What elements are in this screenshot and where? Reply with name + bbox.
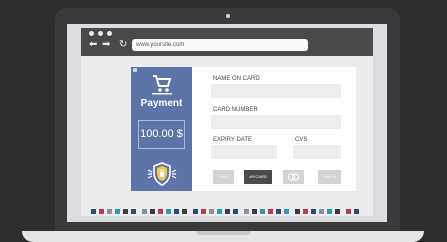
thumbnail-square [131,209,136,214]
thumbnail-square [260,209,265,214]
mycard-logo-icon[interactable]: MYCARD [244,170,272,184]
forward-arrow-icon[interactable]: ➡ [102,40,110,50]
thumbnail-square [123,209,128,214]
paypal-logo-icon[interactable]: PayPal [318,170,341,184]
thumbnail-square [217,209,222,214]
thumbnail-square [303,209,308,214]
webcam-dot [226,14,230,18]
thumbnail-square [150,209,155,214]
thumbnail-square [107,209,112,214]
thumbnail-square [166,209,171,214]
laptop-base-notch [196,231,251,235]
card-number-input[interactable] [211,115,341,129]
thumbnail-square [99,209,104,214]
thumbnail-square [193,209,198,214]
window-minimize-dot[interactable] [98,31,103,36]
thumbnail-square [335,209,340,214]
thumbnail-square [158,209,163,214]
cvs-input[interactable] [293,145,341,159]
expiry-date-input[interactable] [211,145,277,159]
card-number-label: CARD NUMBER [213,107,258,113]
thumbnail-square [244,209,249,214]
name-on-card-input[interactable] [211,84,341,98]
name-on-card-label: NAME ON CARD [213,76,260,82]
cvs-label: CVS [295,137,308,143]
thumbnail-square [209,209,214,214]
expiry-date-label: EXPIRY DATE [213,137,253,143]
thumbnail-square [91,209,96,214]
thumbnail-square [252,209,257,214]
thumbnail-square [311,209,316,214]
mastercard-logo-icon[interactable] [283,170,304,184]
thumbnail-square [201,209,206,214]
thumbnail-square [319,209,324,214]
thumbnail-square [354,209,359,214]
payment-amount: 100.00 $ [138,120,185,149]
window-close-dot[interactable] [89,31,94,36]
security-shield-icon [147,162,177,186]
thumbnail-square [115,209,120,214]
reload-icon[interactable]: ↻ [119,40,127,50]
thumbnail-square [284,209,289,214]
visa-logo-icon[interactable]: VISA [213,170,234,184]
thumbnail-square [142,209,147,214]
shopping-cart-icon [152,75,172,95]
thumbnail-square [268,209,273,214]
thumbnail-square [295,209,300,214]
thumbnail-square [276,209,281,214]
thumbnail-square [182,209,187,214]
thumbnail-square [346,209,351,214]
thumbnail-square [327,209,332,214]
window-maximize-dot[interactable] [107,31,112,36]
thumbnail-square [174,209,179,214]
thumbnail-square [233,209,238,214]
url-bar[interactable]: www.yoursite.com [132,39,308,51]
panel-corner-mark [133,68,137,72]
thumbnail-square [225,209,230,214]
back-arrow-icon[interactable]: ⬅ [89,40,97,50]
payment-title: Payment [140,98,183,109]
